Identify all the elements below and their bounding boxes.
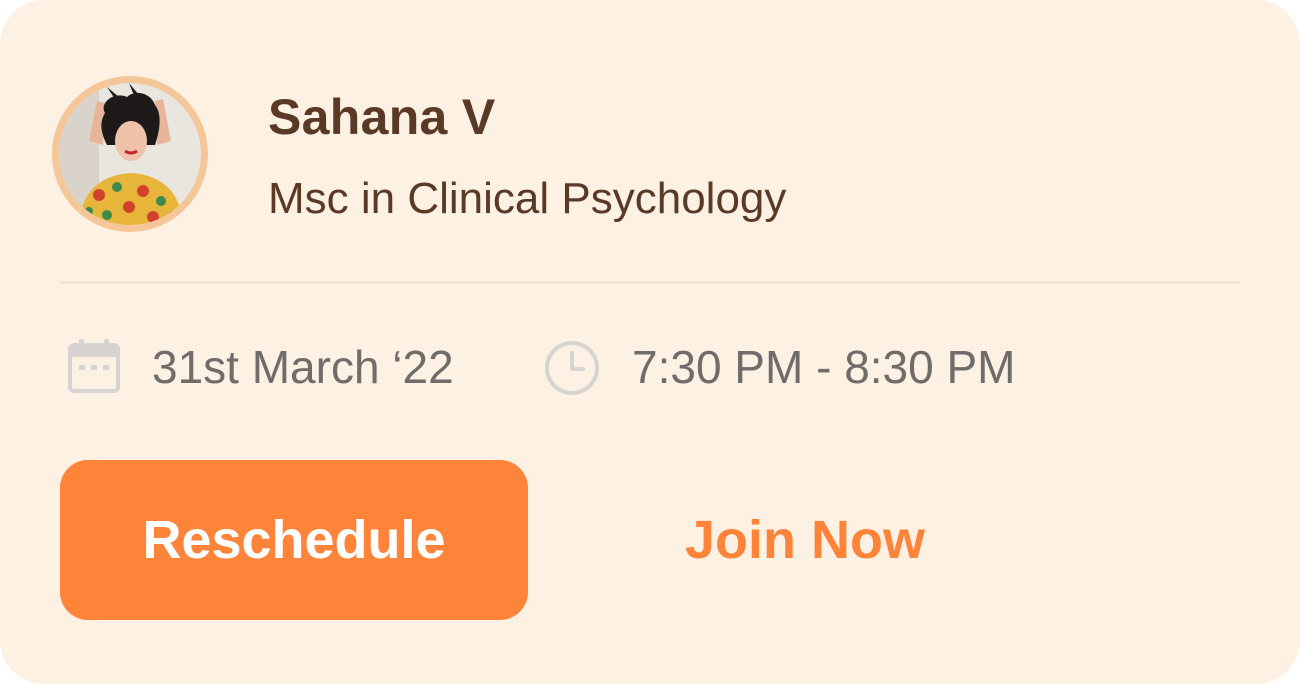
avatar (52, 76, 208, 232)
session-card: Sahana V Msc in Clinical Psychology 31st… (0, 0, 1300, 684)
session-time: 7:30 PM - 8:30 PM (632, 341, 1016, 393)
avatar-photo (59, 83, 201, 225)
calendar-icon (68, 339, 120, 393)
therapist-qualification: Msc in Clinical Psychology (268, 174, 787, 223)
reschedule-button[interactable]: Reschedule (60, 460, 528, 620)
therapist-name: Sahana V (268, 89, 496, 145)
divider (60, 281, 1240, 284)
clock-icon (545, 341, 599, 395)
join-now-button[interactable]: Join Now (640, 460, 970, 620)
session-date: 31st March ‘22 (152, 341, 454, 393)
